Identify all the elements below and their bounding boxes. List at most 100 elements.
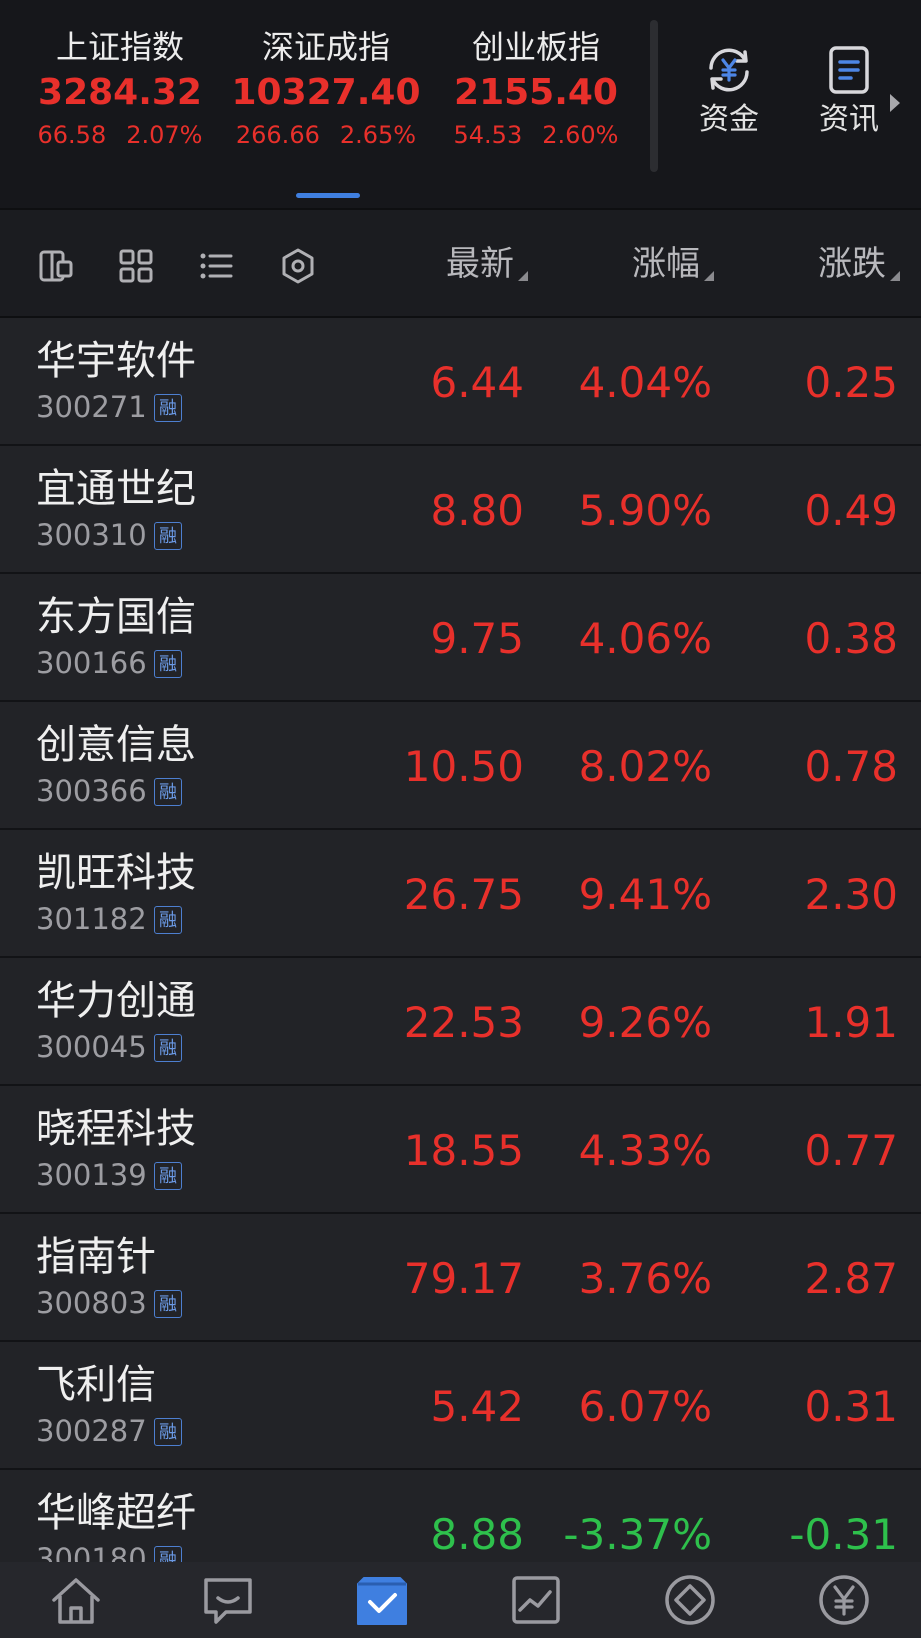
funds-button[interactable]: 资金 (684, 42, 774, 140)
stock-list[interactable]: 华宇软件 300271 融 6.44 4.04% 0.25 宜通世纪 30031… (0, 318, 921, 1562)
col-head-last[interactable]: 最新 (380, 240, 528, 288)
stock-row[interactable]: 飞利信 300287 融 5.42 6.07% 0.31 (0, 1342, 921, 1470)
stock-last: 79.17 (403, 1254, 524, 1303)
sort-icon (704, 271, 714, 281)
stock-code: 301182 (36, 902, 147, 936)
stock-pct: 4.06% (578, 614, 712, 663)
stock-chg: 1.91 (804, 998, 898, 1047)
col-head-label: 最新 (446, 244, 514, 284)
stock-code: 300366 (36, 774, 147, 808)
news-button[interactable]: 资讯 (804, 42, 894, 140)
bottom-nav (0, 1562, 921, 1638)
stock-last: 18.55 (403, 1126, 524, 1175)
more-arrow-icon[interactable] (888, 92, 902, 118)
stock-chg: 0.25 (804, 358, 898, 407)
index-name: 上证指数 (55, 28, 184, 66)
stock-last: 22.53 (403, 998, 524, 1047)
stock-name: 晓程科技 (36, 1106, 196, 1152)
margin-tag: 融 (154, 650, 182, 678)
stock-name: 凯旺科技 (36, 850, 196, 896)
stock-code: 300045 (36, 1030, 147, 1064)
chat-icon[interactable] (200, 1572, 256, 1628)
watchlist-icon[interactable] (354, 1572, 410, 1628)
stock-chg: -0.31 (789, 1510, 898, 1559)
stock-row[interactable]: 华力创通 300045 融 22.53 9.26% 1.91 (0, 958, 921, 1086)
stock-last: 10.50 (403, 742, 524, 791)
stock-name: 飞利信 (36, 1362, 156, 1408)
col-head-pct[interactable]: 涨幅 (560, 240, 714, 288)
stock-name: 华峰超纤 (36, 1490, 196, 1536)
stock-pct: 9.41% (578, 870, 712, 919)
stock-chg: 0.78 (804, 742, 898, 791)
stock-row[interactable]: 晓程科技 300139 融 18.55 4.33% 0.77 (0, 1086, 921, 1214)
stock-chg: 0.49 (804, 486, 898, 535)
stock-chg: 0.38 (804, 614, 898, 663)
stock-chg: 2.30 (804, 870, 898, 919)
stock-last: 26.75 (403, 870, 524, 919)
index-shanghai[interactable]: 上证指数 3284.32 66.58 2.07% (20, 26, 220, 152)
stock-chg: 0.77 (804, 1126, 898, 1175)
yuan-cycle-icon (684, 42, 774, 98)
stock-row[interactable]: 东方国信 300166 融 9.75 4.06% 0.38 (0, 574, 921, 702)
page-indicator (296, 193, 360, 198)
index-pct: 2.60% (542, 121, 619, 149)
index-changes: 266.66 2.65% (226, 118, 426, 152)
stock-last: 9.75 (430, 614, 524, 663)
index-divider (650, 20, 658, 172)
margin-tag: 融 (154, 906, 182, 934)
stock-row[interactable]: 华峰超纤 300180 融 8.88 -3.37% -0.31 (0, 1470, 921, 1562)
stock-code: 300271 (36, 390, 147, 424)
margin-tag: 融 (154, 394, 182, 422)
stock-pct: 9.26% (578, 998, 712, 1047)
stock-pct: 4.04% (578, 358, 712, 407)
stock-row[interactable]: 华宇软件 300271 融 6.44 4.04% 0.25 (0, 318, 921, 446)
stock-row[interactable]: 宜通世纪 300310 融 8.80 5.90% 0.49 (0, 446, 921, 574)
stock-name: 指南针 (36, 1234, 156, 1280)
index-changes: 54.53 2.60% (436, 118, 636, 152)
stock-pct: 5.90% (578, 486, 712, 535)
grid-icon[interactable] (118, 248, 154, 284)
index-pct: 2.65% (339, 121, 417, 149)
margin-tag: 融 (154, 522, 182, 550)
stock-pct: 8.02% (578, 742, 712, 791)
margin-tag: 融 (154, 1290, 182, 1318)
stock-row[interactable]: 凯旺科技 301182 融 26.75 9.41% 2.30 (0, 830, 921, 958)
news-label: 资讯 (819, 102, 879, 137)
trade-icon[interactable] (662, 1572, 718, 1628)
split-view-icon[interactable] (38, 248, 74, 284)
funds-label: 资金 (699, 102, 759, 137)
settings-icon[interactable] (280, 248, 316, 284)
margin-tag: 融 (154, 1162, 182, 1190)
index-chinext[interactable]: 创业板指 2155.40 54.53 2.60% (436, 26, 636, 152)
news-doc-icon (804, 42, 894, 98)
index-name: 创业板指 (471, 28, 600, 66)
stock-last: 6.44 (430, 358, 524, 407)
list-icon[interactable] (198, 248, 234, 284)
stock-name: 宜通世纪 (36, 466, 196, 512)
stock-name: 华宇软件 (36, 338, 196, 384)
market-chart-icon[interactable] (508, 1572, 564, 1628)
index-value: 2155.40 (454, 72, 618, 113)
stock-row[interactable]: 创意信息 300366 融 10.50 8.02% 0.78 (0, 702, 921, 830)
stock-pct: 6.07% (578, 1382, 712, 1431)
index-shenzhen[interactable]: 深证成指 10327.40 266.66 2.65% (226, 26, 426, 152)
index-name: 深证成指 (261, 28, 390, 66)
index-change: 54.53 (453, 121, 523, 149)
stock-name: 东方国信 (36, 594, 196, 640)
stock-pct: 4.33% (578, 1126, 712, 1175)
wealth-yuan-icon[interactable] (816, 1572, 872, 1628)
index-value: 3284.32 (38, 72, 202, 113)
stock-code: 300803 (36, 1286, 147, 1320)
col-head-chg[interactable]: 涨跌 (744, 240, 900, 288)
stock-chg: 2.87 (804, 1254, 898, 1303)
col-head-label: 涨跌 (818, 244, 886, 284)
stock-code: 300287 (36, 1414, 147, 1448)
stock-code: 300166 (36, 646, 147, 680)
stock-pct: -3.37% (563, 1510, 712, 1559)
stock-row[interactable]: 指南针 300803 融 79.17 3.76% 2.87 (0, 1214, 921, 1342)
home-icon[interactable] (48, 1572, 104, 1628)
stock-code: 300180 (36, 1542, 147, 1562)
stock-name: 华力创通 (36, 978, 196, 1024)
stock-code: 300139 (36, 1158, 147, 1192)
margin-tag: 融 (154, 1546, 182, 1562)
